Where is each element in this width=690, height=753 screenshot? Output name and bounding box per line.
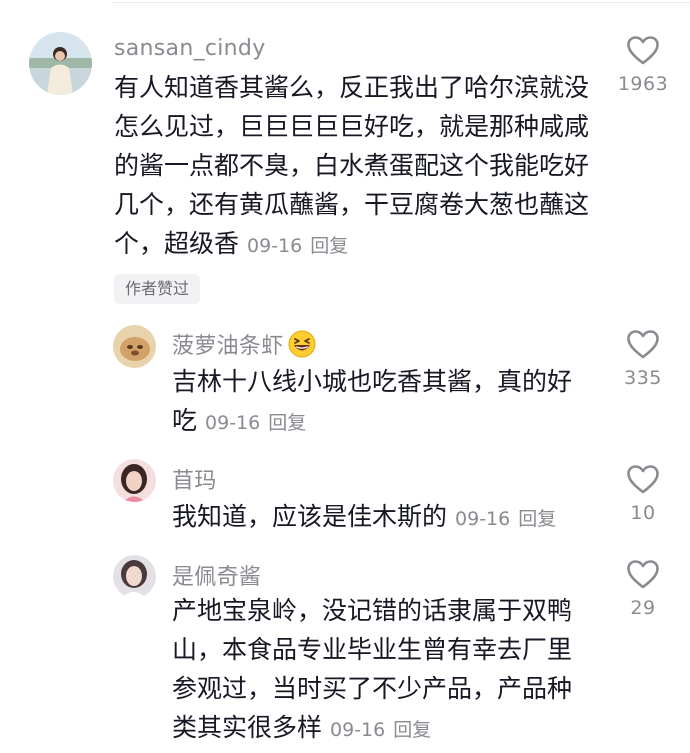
- reply-line: 吉林十八线小城也吃香其酱，真的好: [172, 367, 573, 396]
- comment-line: 几个，还有黄瓜蘸酱，干豆腐卷大葱也蘸这: [114, 190, 590, 219]
- reply-text: 产地宝泉岭，没记错的话隶属于双鸭 山，本食品专业毕业生曾有幸去厂里 参观过，当时…: [172, 591, 572, 750]
- reply-button[interactable]: 回复: [268, 412, 306, 434]
- heart-outline-icon: [627, 465, 659, 494]
- comment-date: 09-16: [455, 508, 511, 530]
- like-count: 1963: [617, 73, 669, 95]
- reply-line-text: 我知道，应该是佳木斯的: [172, 502, 448, 531]
- avatar[interactable]: [113, 325, 156, 368]
- reply-text: 吉林十八线小城也吃香其酱，真的好 吃 09-16 回复: [172, 362, 572, 443]
- avatar[interactable]: [113, 459, 156, 502]
- reply-button[interactable]: 回复: [310, 235, 348, 257]
- username[interactable]: sansan_cindy: [114, 36, 266, 61]
- heart-outline-icon: [627, 36, 659, 65]
- like-count: 29: [630, 597, 656, 619]
- like-button[interactable]: 335: [608, 330, 678, 389]
- like-button[interactable]: 1963: [608, 36, 678, 95]
- username[interactable]: 是佩奇酱: [172, 559, 261, 591]
- grinning-squint-emoji-icon: [288, 330, 316, 364]
- like-count: 335: [624, 367, 662, 389]
- reply-button[interactable]: 回复: [393, 719, 431, 741]
- comment-line: 的酱一点都不臭，白水煮蛋配这个我能吃好: [114, 151, 590, 180]
- reply-line: 参观过，当时买了不少产品，产品种: [172, 674, 573, 703]
- heart-outline-icon: [627, 560, 659, 589]
- username[interactable]: 苜玛: [172, 463, 217, 495]
- reply-line-last: 类其实很多样 09-16 回复: [172, 708, 572, 750]
- reply-line: 山，本食品专业毕业生曾有幸去厂里: [172, 635, 573, 664]
- comment-line-text: 个，超级香: [114, 229, 240, 258]
- reply-button[interactable]: 回复: [518, 508, 556, 530]
- comment-date: 09-16: [330, 719, 386, 741]
- divider: [112, 2, 690, 3]
- comment-line-last: 个，超级香 09-16 回复: [114, 224, 589, 266]
- username-text: 菠萝油条虾: [172, 334, 284, 359]
- comment-date: 09-16: [205, 412, 261, 434]
- reply-line-text: 类其实很多样: [172, 713, 323, 742]
- like-button[interactable]: 10: [608, 465, 678, 524]
- avatar[interactable]: [29, 32, 92, 95]
- reply-line: 产地宝泉岭，没记错的话隶属于双鸭: [172, 596, 573, 625]
- comment-line: 怎么见过，巨巨巨巨巨好吃，就是那种咸咸: [114, 112, 590, 141]
- reply-line-last: 吃 09-16 回复: [172, 401, 572, 443]
- comment-text: 有人知道香其酱么，反正我出了哈尔滨就没 怎么见过，巨巨巨巨巨好吃，就是那种咸咸 …: [114, 68, 589, 266]
- comment-line: 有人知道香其酱么，反正我出了哈尔滨就没: [114, 73, 590, 102]
- author-liked-badge: 作者赞过: [114, 274, 201, 304]
- comment-date: 09-16: [247, 235, 303, 257]
- reply-line-text: 吃: [172, 406, 198, 435]
- avatar[interactable]: [113, 555, 156, 598]
- reply-text: 我知道，应该是佳木斯的 09-16 回复: [172, 497, 556, 539]
- heart-outline-icon: [627, 330, 659, 359]
- like-count: 10: [630, 502, 656, 524]
- reply-line-last: 我知道，应该是佳木斯的 09-16 回复: [172, 497, 556, 539]
- username[interactable]: 菠萝油条虾: [172, 328, 316, 364]
- like-button[interactable]: 29: [608, 560, 678, 619]
